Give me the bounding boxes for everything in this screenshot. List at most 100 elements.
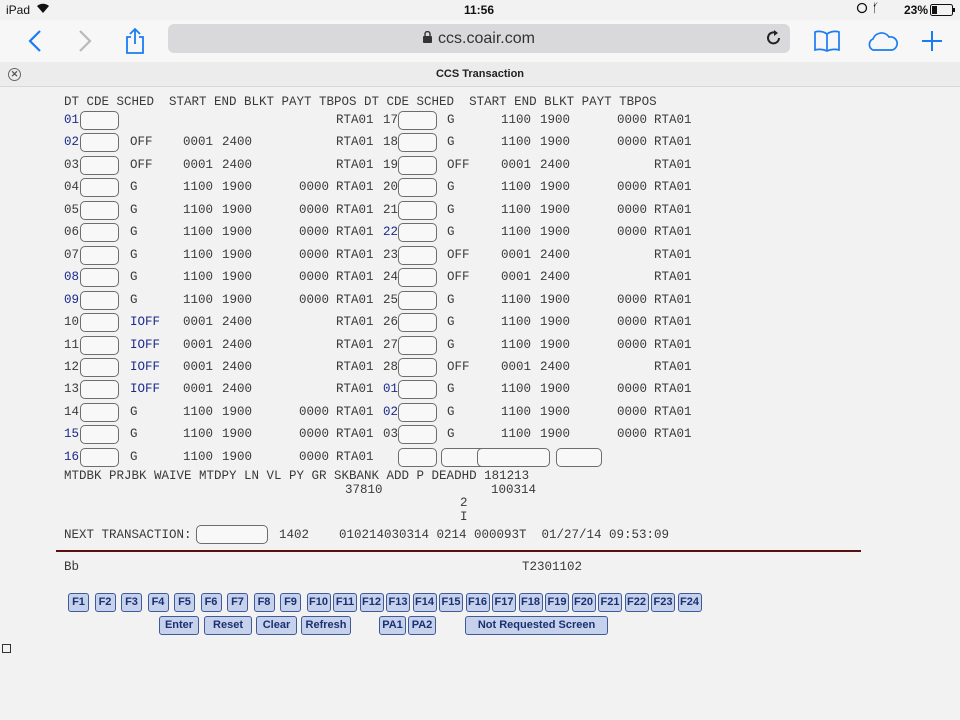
bookmarks-icon[interactable] bbox=[812, 26, 842, 56]
function-key-f7[interactable]: F7 bbox=[227, 593, 248, 612]
cell-tb2: RTA01 bbox=[654, 135, 692, 150]
function-key-f17[interactable]: F17 bbox=[492, 593, 516, 612]
cell-tb1: RTA01 bbox=[336, 202, 374, 217]
share-icon[interactable] bbox=[120, 26, 150, 56]
function-key-f3[interactable]: F3 bbox=[121, 593, 142, 612]
icloud-tabs-icon[interactable] bbox=[864, 26, 900, 56]
code-input[interactable] bbox=[80, 268, 119, 288]
code-input[interactable] bbox=[80, 155, 119, 175]
cell-tb1: RTA01 bbox=[336, 449, 374, 464]
code-input[interactable] bbox=[80, 447, 119, 467]
code-input[interactable] bbox=[80, 313, 119, 333]
cell-en2: 1900 bbox=[540, 292, 571, 307]
code-input[interactable] bbox=[398, 133, 437, 153]
clear-button[interactable]: Clear bbox=[256, 616, 297, 635]
code-input[interactable] bbox=[80, 111, 119, 130]
function-key-f8[interactable]: F8 bbox=[253, 593, 275, 612]
cell-st1: 0001 bbox=[183, 337, 214, 352]
enter-button[interactable]: Enter bbox=[159, 616, 199, 635]
new-tab-icon[interactable] bbox=[917, 26, 947, 56]
function-key-f21[interactable]: F21 bbox=[598, 593, 622, 612]
code-input[interactable] bbox=[80, 178, 119, 198]
code-input[interactable] bbox=[398, 245, 437, 265]
function-key-f13[interactable]: F13 bbox=[386, 593, 410, 612]
code-input[interactable] bbox=[398, 155, 437, 175]
function-key-f15[interactable]: F15 bbox=[439, 593, 463, 612]
cell-en2: 1900 bbox=[540, 382, 571, 397]
next-transaction-label: NEXT TRANSACTION: bbox=[64, 528, 192, 542]
function-key-f1[interactable]: F1 bbox=[68, 593, 89, 612]
code-input[interactable] bbox=[398, 335, 437, 355]
code-input[interactable] bbox=[80, 200, 119, 220]
forward-icon[interactable] bbox=[70, 26, 100, 56]
cell-s1: IOFF bbox=[130, 359, 161, 374]
function-key-f23[interactable]: F23 bbox=[651, 593, 675, 612]
code-input[interactable] bbox=[80, 245, 119, 265]
function-key-f4[interactable]: F4 bbox=[147, 593, 169, 612]
function-key-f18[interactable]: F18 bbox=[518, 593, 543, 612]
cell-py1: 0000 bbox=[299, 404, 330, 419]
cell-s2: G bbox=[447, 315, 455, 330]
code-input[interactable] bbox=[80, 402, 119, 422]
next-transaction-input[interactable] bbox=[196, 525, 268, 544]
deadhd-value: 100314 bbox=[491, 483, 537, 497]
function-key-f12[interactable]: F12 bbox=[359, 593, 384, 612]
function-key-f20[interactable]: F20 bbox=[571, 593, 596, 612]
function-key-f2[interactable]: F2 bbox=[94, 593, 116, 612]
table-row: 01 RTA01 17 G 1100 1900 0000 RTA01 bbox=[0, 111, 960, 131]
code-input[interactable] bbox=[398, 425, 437, 445]
address-bar[interactable]: ccs.coair.com bbox=[168, 24, 790, 53]
code-input[interactable] bbox=[398, 290, 437, 310]
reload-icon[interactable] bbox=[766, 29, 782, 52]
close-tab-icon[interactable]: ✕ bbox=[8, 68, 21, 81]
function-key-f16[interactable]: F16 bbox=[465, 593, 490, 612]
pa1-button[interactable]: PA1 bbox=[379, 616, 406, 635]
cell-py2: 0000 bbox=[617, 113, 648, 127]
entry-input[interactable] bbox=[556, 447, 602, 467]
code-input[interactable] bbox=[80, 357, 119, 377]
cell-dt1: 03 bbox=[64, 157, 80, 172]
cell-st1: 1100 bbox=[183, 292, 214, 307]
code-input[interactable] bbox=[80, 133, 119, 153]
refresh-button[interactable]: Refresh bbox=[301, 616, 351, 635]
code-input[interactable] bbox=[398, 357, 437, 377]
function-key-f10[interactable]: F10 bbox=[306, 593, 331, 612]
scroll-checkbox[interactable] bbox=[2, 644, 11, 653]
not-requested-screen-button[interactable]: Not Requested Screen bbox=[465, 616, 608, 635]
code-input[interactable] bbox=[398, 447, 437, 467]
code-input[interactable] bbox=[398, 313, 437, 333]
cell-dt2: 20 bbox=[383, 180, 399, 195]
function-key-f11[interactable]: F11 bbox=[333, 593, 357, 612]
function-key-f5[interactable]: F5 bbox=[174, 593, 195, 612]
cell-st2: 1100 bbox=[501, 404, 532, 419]
cell-st1: 1100 bbox=[183, 449, 214, 464]
code-input[interactable] bbox=[80, 335, 119, 355]
code-input[interactable] bbox=[398, 200, 437, 220]
code-input[interactable] bbox=[398, 111, 437, 130]
code-input[interactable] bbox=[80, 290, 119, 310]
entry-input[interactable] bbox=[477, 447, 550, 467]
code-input[interactable] bbox=[80, 425, 119, 445]
back-icon[interactable] bbox=[20, 26, 50, 56]
reset-button[interactable]: Reset bbox=[204, 616, 252, 635]
table-row: 16 G 1100 1900 0000 RTA01 bbox=[0, 447, 960, 468]
status-bar: iPad 11:56 ᚶ 23% bbox=[0, 0, 960, 20]
code-input[interactable] bbox=[398, 223, 437, 243]
function-key-f19[interactable]: F19 bbox=[545, 593, 569, 612]
cell-tb2: RTA01 bbox=[654, 180, 692, 195]
function-key-f14[interactable]: F14 bbox=[412, 593, 437, 612]
cell-st1: 0001 bbox=[183, 315, 214, 330]
cell-s2: G bbox=[447, 292, 455, 307]
code-input[interactable] bbox=[398, 380, 437, 400]
pa2-button[interactable]: PA2 bbox=[408, 616, 436, 635]
code-input[interactable] bbox=[80, 223, 119, 243]
code-input[interactable] bbox=[398, 268, 437, 288]
cell-tb1: RTA01 bbox=[336, 382, 374, 397]
function-key-f6[interactable]: F6 bbox=[200, 593, 222, 612]
code-input[interactable] bbox=[398, 402, 437, 422]
function-key-f22[interactable]: F22 bbox=[624, 593, 649, 612]
function-key-f24[interactable]: F24 bbox=[677, 593, 702, 612]
code-input[interactable] bbox=[80, 380, 119, 400]
function-key-f9[interactable]: F9 bbox=[280, 593, 301, 612]
code-input[interactable] bbox=[398, 178, 437, 198]
